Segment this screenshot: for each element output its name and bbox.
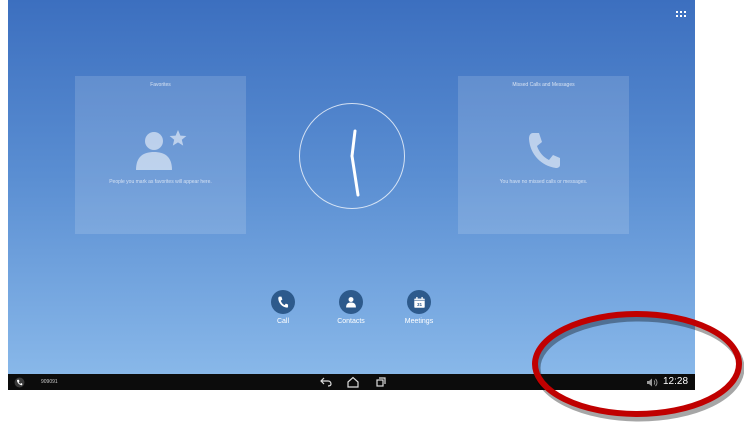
- missed-calls-empty-text: You have no missed calls or messages.: [499, 179, 588, 185]
- recent-apps-icon[interactable]: [376, 377, 386, 387]
- person-star-icon: [135, 130, 186, 170]
- meetings-circle[interactable]: 31: [407, 290, 431, 314]
- call-button[interactable]: Call: [253, 290, 313, 325]
- phone-status-icon[interactable]: [14, 377, 25, 388]
- favorites-panel[interactable]: Favorites People you mark as favorites w…: [75, 76, 246, 234]
- contacts-button[interactable]: Contacts: [321, 290, 381, 325]
- meetings-label: Meetings: [404, 318, 434, 325]
- calendar-icon: 31: [413, 296, 425, 308]
- missed-calls-title: Missed Calls and Messages: [512, 82, 575, 88]
- favorites-empty-text: People you mark as favorites will appear…: [109, 179, 212, 185]
- call-circle[interactable]: [271, 290, 295, 314]
- phone-icon: [528, 133, 560, 168]
- phone-icon: [278, 296, 289, 308]
- favorites-title: Favorites: [150, 82, 171, 88]
- annotation-ellipse: [532, 311, 744, 422]
- status-number: 909091: [41, 379, 58, 385]
- meetings-button[interactable]: 31 Meetings: [389, 290, 449, 325]
- analog-clock: [299, 103, 405, 209]
- clock-hands: [350, 129, 359, 196]
- calendar-day: 31: [416, 302, 422, 307]
- missed-calls-panel[interactable]: Missed Calls and Messages You have no mi…: [458, 76, 629, 234]
- apps-grid-icon[interactable]: [675, 10, 687, 20]
- contacts-label: Contacts: [337, 318, 365, 325]
- call-label: Call: [276, 318, 290, 325]
- back-icon[interactable]: [320, 377, 332, 387]
- contacts-circle[interactable]: [339, 290, 363, 314]
- home-icon[interactable]: [347, 376, 359, 388]
- person-icon: [346, 297, 356, 308]
